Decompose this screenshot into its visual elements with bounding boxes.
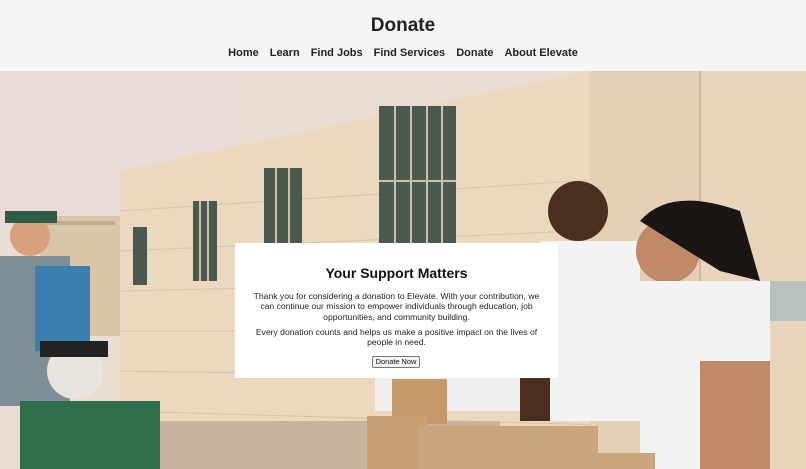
nav-find-jobs[interactable]: Find Jobs bbox=[311, 47, 363, 59]
nav-find-services[interactable]: Find Services bbox=[374, 47, 446, 59]
nav-about-elevate[interactable]: About Elevate bbox=[504, 47, 577, 59]
page-title: Donate bbox=[370, 15, 436, 36]
donate-now-button[interactable]: Donate Now bbox=[372, 356, 420, 368]
card-title: Your Support Matters bbox=[325, 265, 468, 281]
site-header: Donate Home Learn Find Jobs Find Service… bbox=[0, 0, 806, 71]
support-card: Your Support Matters Thank you for consi… bbox=[235, 243, 558, 378]
nav-home[interactable]: Home bbox=[228, 47, 259, 59]
nav-donate[interactable]: Donate bbox=[456, 47, 493, 59]
nav-learn[interactable]: Learn bbox=[270, 47, 300, 59]
main-nav: Home Learn Find Jobs Find Services Donat… bbox=[0, 47, 806, 59]
card-paragraph-thanks: Thank you for considering a donation to … bbox=[253, 291, 540, 322]
card-paragraph-impact: Every donation counts and helps us make … bbox=[255, 327, 538, 348]
